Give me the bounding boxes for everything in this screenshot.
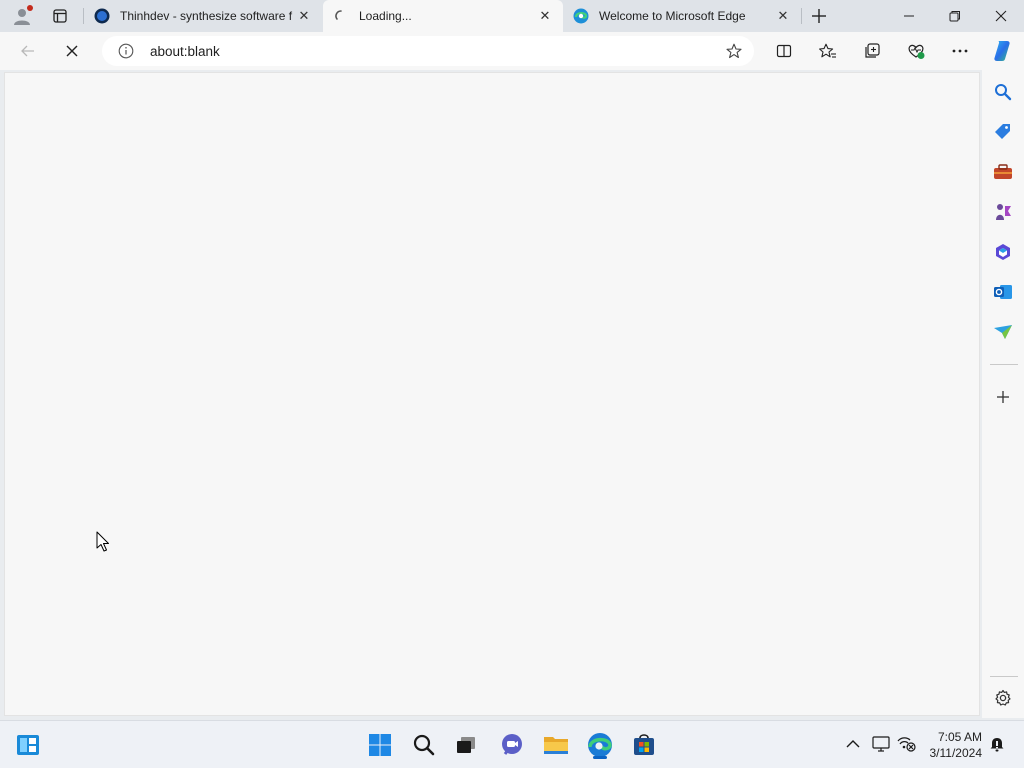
- minimize-button[interactable]: [886, 0, 932, 32]
- teams-chat-button[interactable]: [496, 729, 528, 761]
- tab-title: Loading...: [359, 9, 412, 23]
- sidebar-outlook-button[interactable]: [992, 281, 1014, 303]
- back-button[interactable]: [14, 37, 42, 65]
- drop-icon: [994, 325, 1012, 339]
- display-icon: [872, 736, 890, 752]
- file-explorer-button[interactable]: [540, 729, 572, 761]
- mouse-cursor-icon: [96, 531, 109, 552]
- tab-title: Thinhdev - synthesize software f: [120, 9, 293, 23]
- task-view-button[interactable]: [450, 729, 482, 761]
- page-content[interactable]: [4, 72, 980, 716]
- collections-icon: [865, 43, 880, 58]
- loading-spinner-icon: [333, 8, 349, 24]
- microsoft-365-icon: [996, 244, 1010, 260]
- minimize-icon: [904, 15, 914, 17]
- split-screen-button[interactable]: [770, 37, 798, 65]
- sidebar-add-button[interactable]: [992, 386, 1014, 408]
- edge-icon: [588, 733, 612, 757]
- stop-icon: [66, 45, 78, 57]
- restore-icon: [949, 11, 960, 22]
- more-button[interactable]: [946, 37, 974, 65]
- start-button[interactable]: [364, 729, 396, 761]
- close-window-button[interactable]: [978, 0, 1024, 32]
- collections-button[interactable]: [858, 37, 886, 65]
- file-explorer-icon: [544, 737, 568, 754]
- show-hidden-icons-button[interactable]: [842, 733, 864, 755]
- thinhdev-favicon: [94, 8, 110, 24]
- tab-close-icon[interactable]: ✕: [775, 8, 791, 24]
- address-bar[interactable]: about:blank: [102, 36, 754, 66]
- copilot-icon: [994, 41, 1010, 61]
- edge-taskbar-button[interactable]: [584, 729, 616, 761]
- search-icon: [413, 734, 435, 756]
- profile-button[interactable]: [10, 5, 34, 27]
- settings-icon: [995, 689, 1011, 706]
- tab-actions-button[interactable]: [48, 6, 72, 26]
- system-clock[interactable]: 7:05 AM 3/11/2024: [930, 729, 983, 761]
- tab-thinhdev[interactable]: Thinhdev - synthesize software f ✕: [84, 0, 322, 32]
- tab-actions-icon: [53, 9, 67, 23]
- sidebar-settings-button[interactable]: [992, 687, 1014, 709]
- clock-date: 3/11/2024: [929, 746, 983, 760]
- taskbar: 7:05 AM 3/11/2024: [0, 720, 1024, 768]
- taskbar-search-button[interactable]: [408, 729, 440, 761]
- search-icon: [995, 84, 1012, 101]
- plus-icon: [812, 9, 826, 23]
- games-icon: [996, 204, 1011, 220]
- shopping-icon: [995, 124, 1010, 139]
- sidebar-drop-button[interactable]: [992, 321, 1014, 343]
- info-icon[interactable]: [118, 43, 134, 59]
- widgets-icon: [17, 735, 39, 755]
- sidebar-tools-button[interactable]: [992, 161, 1014, 183]
- address-url[interactable]: about:blank: [150, 44, 220, 59]
- split-screen-icon: [776, 44, 792, 58]
- copilot-button[interactable]: [988, 37, 1016, 65]
- more-icon: [952, 49, 968, 53]
- sidebar-divider: [990, 676, 1018, 677]
- notification-bell-icon: [990, 738, 1004, 752]
- teams-chat-icon: [502, 734, 522, 755]
- edge-sidebar: [982, 70, 1024, 718]
- add-icon: [997, 391, 1009, 403]
- clock-time: 7:05 AM: [937, 730, 982, 744]
- display-button[interactable]: [870, 733, 892, 755]
- tab-welcome-edge[interactable]: Welcome to Microsoft Edge ✕: [563, 0, 801, 32]
- tab-bar: Thinhdev - synthesize software f ✕ Loadi…: [0, 0, 1024, 32]
- new-tab-button[interactable]: [808, 5, 830, 27]
- tab-close-icon[interactable]: ✕: [537, 8, 553, 24]
- browser-essentials-button[interactable]: [902, 37, 930, 65]
- edge-favicon: [573, 8, 589, 24]
- widgets-button[interactable]: [12, 729, 44, 761]
- favorites-icon: [819, 43, 836, 58]
- toolbar: about:blank: [0, 32, 1024, 70]
- chevron-up-icon: [846, 740, 860, 748]
- favorite-star-icon[interactable]: [726, 43, 742, 59]
- notifications-button[interactable]: [986, 733, 1008, 755]
- tab-separator: [801, 8, 802, 24]
- network-button[interactable]: [895, 733, 917, 755]
- outlook-icon: [994, 285, 1012, 299]
- sidebar-shopping-button[interactable]: [992, 121, 1014, 143]
- tab-title: Welcome to Microsoft Edge: [599, 9, 746, 23]
- sidebar-microsoft-365-button[interactable]: [992, 241, 1014, 263]
- restore-button[interactable]: [932, 0, 978, 32]
- task-view-icon: [457, 737, 475, 753]
- stop-button[interactable]: [58, 37, 86, 65]
- active-app-indicator: [593, 756, 607, 759]
- tools-icon: [994, 164, 1012, 179]
- tab-close-icon[interactable]: ✕: [296, 8, 312, 24]
- sidebar-games-button[interactable]: [992, 201, 1014, 223]
- back-icon: [21, 45, 34, 57]
- network-disconnected-icon: [897, 737, 916, 752]
- browser-essentials-icon: [908, 44, 925, 59]
- close-icon: [995, 10, 1007, 22]
- start-icon: [369, 734, 391, 756]
- store-icon: [634, 734, 654, 755]
- sidebar-divider: [990, 364, 1018, 365]
- favorites-button[interactable]: [814, 37, 842, 65]
- notification-dot: [27, 5, 33, 11]
- store-button[interactable]: [628, 729, 660, 761]
- tab-loading[interactable]: Loading... ✕: [323, 0, 563, 32]
- sidebar-search-button[interactable]: [992, 81, 1014, 103]
